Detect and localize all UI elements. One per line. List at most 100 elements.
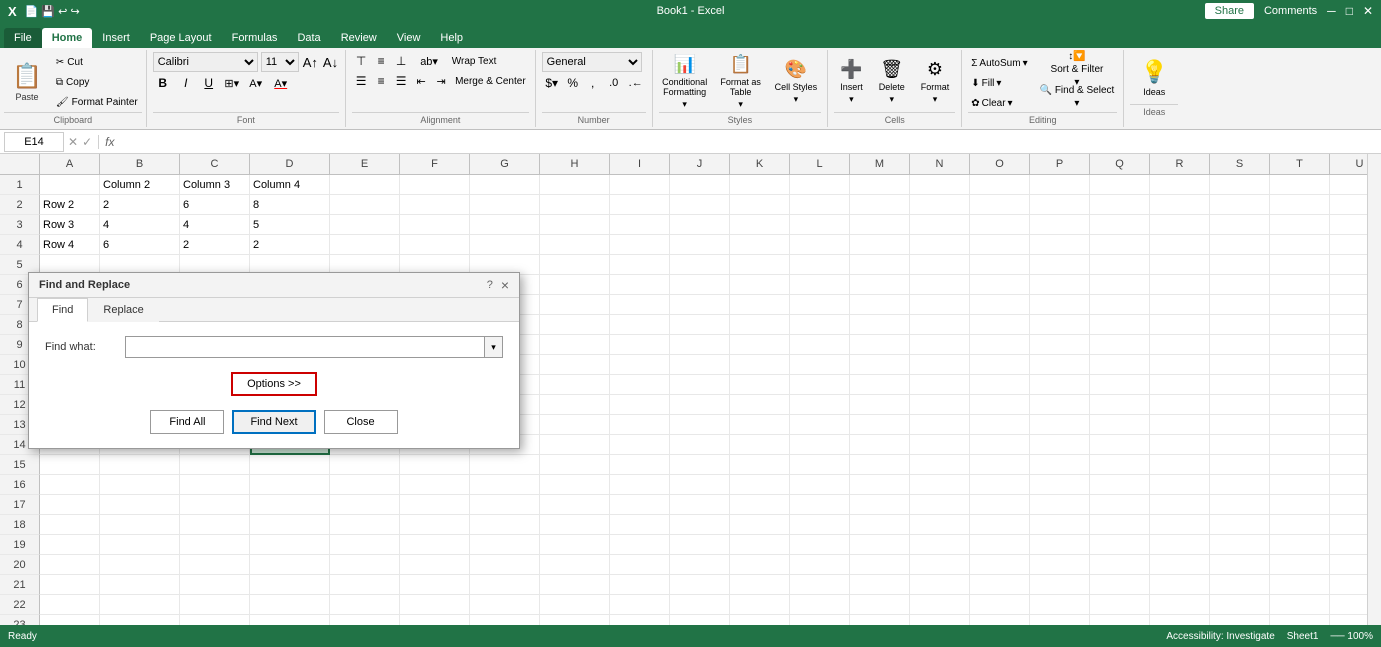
- cell-O7[interactable]: [970, 295, 1030, 315]
- cell-R19[interactable]: [1150, 535, 1210, 555]
- bold-button[interactable]: B: [153, 74, 173, 92]
- cell-M17[interactable]: [850, 495, 910, 515]
- dialog-tab-replace[interactable]: Replace: [88, 298, 158, 322]
- cell-D1[interactable]: Column 4: [250, 175, 330, 195]
- cell-T17[interactable]: [1270, 495, 1330, 515]
- cell-F20[interactable]: [400, 555, 470, 575]
- cell-I8[interactable]: [610, 315, 670, 335]
- align-right-icon[interactable]: ☰: [392, 72, 410, 90]
- cell-F22[interactable]: [400, 595, 470, 615]
- cell-Q1[interactable]: [1090, 175, 1150, 195]
- cell-I6[interactable]: [610, 275, 670, 295]
- cell-A4[interactable]: Row 4: [40, 235, 100, 255]
- cell-L2[interactable]: [790, 195, 850, 215]
- cell-S21[interactable]: [1210, 575, 1270, 595]
- cell-T22[interactable]: [1270, 595, 1330, 615]
- cell-D22[interactable]: [250, 595, 330, 615]
- cell-H18[interactable]: [540, 515, 610, 535]
- cell-G21[interactable]: [470, 575, 540, 595]
- cell-S11[interactable]: [1210, 375, 1270, 395]
- comma-icon[interactable]: ,: [584, 74, 602, 92]
- cell-L14[interactable]: [790, 435, 850, 455]
- cell-O21[interactable]: [970, 575, 1030, 595]
- align-middle-icon[interactable]: ≡: [372, 52, 390, 70]
- cell-P11[interactable]: [1030, 375, 1090, 395]
- cell-S9[interactable]: [1210, 335, 1270, 355]
- cell-S1[interactable]: [1210, 175, 1270, 195]
- cell-M1[interactable]: [850, 175, 910, 195]
- cell-N22[interactable]: [910, 595, 970, 615]
- cell-S4[interactable]: [1210, 235, 1270, 255]
- cell-I17[interactable]: [610, 495, 670, 515]
- cell-H10[interactable]: [540, 355, 610, 375]
- cell-A2[interactable]: Row 2: [40, 195, 100, 215]
- cell-U12[interactable]: [1330, 395, 1367, 415]
- cell-N9[interactable]: [910, 335, 970, 355]
- cell-P2[interactable]: [1030, 195, 1090, 215]
- cell-U11[interactable]: [1330, 375, 1367, 395]
- cell-N16[interactable]: [910, 475, 970, 495]
- cell-D20[interactable]: [250, 555, 330, 575]
- cell-P3[interactable]: [1030, 215, 1090, 235]
- cell-H8[interactable]: [540, 315, 610, 335]
- formula-cancel-icon[interactable]: ✕: [68, 135, 78, 149]
- cell-U17[interactable]: [1330, 495, 1367, 515]
- cell-R12[interactable]: [1150, 395, 1210, 415]
- cell-A19[interactable]: [40, 535, 100, 555]
- cell-K1[interactable]: [730, 175, 790, 195]
- cell-L16[interactable]: [790, 475, 850, 495]
- cut-button[interactable]: ✂Cut: [52, 53, 142, 71]
- italic-button[interactable]: I: [176, 74, 196, 92]
- cell-K13[interactable]: [730, 415, 790, 435]
- cell-Q15[interactable]: [1090, 455, 1150, 475]
- cell-L13[interactable]: [790, 415, 850, 435]
- cell-N12[interactable]: [910, 395, 970, 415]
- cell-H7[interactable]: [540, 295, 610, 315]
- cell-O1[interactable]: [970, 175, 1030, 195]
- cell-U21[interactable]: [1330, 575, 1367, 595]
- cell-A16[interactable]: [40, 475, 100, 495]
- cell-G4[interactable]: [470, 235, 540, 255]
- cell-P22[interactable]: [1030, 595, 1090, 615]
- find-all-button[interactable]: Find All: [150, 410, 224, 434]
- cell-J19[interactable]: [670, 535, 730, 555]
- cell-B18[interactable]: [100, 515, 180, 535]
- col-header-U[interactable]: U: [1330, 154, 1367, 174]
- cell-Q16[interactable]: [1090, 475, 1150, 495]
- cell-H4[interactable]: [540, 235, 610, 255]
- cell-R13[interactable]: [1150, 415, 1210, 435]
- cell-S17[interactable]: [1210, 495, 1270, 515]
- cell-C3[interactable]: 4: [180, 215, 250, 235]
- close-dialog-button[interactable]: Close: [324, 410, 398, 434]
- cell-A17[interactable]: [40, 495, 100, 515]
- cell-K2[interactable]: [730, 195, 790, 215]
- cell-D19[interactable]: [250, 535, 330, 555]
- cell-T6[interactable]: [1270, 275, 1330, 295]
- cell-M9[interactable]: [850, 335, 910, 355]
- cell-I20[interactable]: [610, 555, 670, 575]
- cell-Q17[interactable]: [1090, 495, 1150, 515]
- cell-N1[interactable]: [910, 175, 970, 195]
- cell-G18[interactable]: [470, 515, 540, 535]
- col-header-E[interactable]: E: [330, 154, 400, 174]
- comments-button[interactable]: Comments: [1264, 5, 1317, 17]
- cell-P7[interactable]: [1030, 295, 1090, 315]
- cell-N3[interactable]: [910, 215, 970, 235]
- cell-Q18[interactable]: [1090, 515, 1150, 535]
- cell-M22[interactable]: [850, 595, 910, 615]
- cell-E22[interactable]: [330, 595, 400, 615]
- cell-L19[interactable]: [790, 535, 850, 555]
- cell-T3[interactable]: [1270, 215, 1330, 235]
- decrease-indent-icon[interactable]: ⇤: [412, 72, 430, 90]
- cell-S18[interactable]: [1210, 515, 1270, 535]
- cell-G17[interactable]: [470, 495, 540, 515]
- cell-H19[interactable]: [540, 535, 610, 555]
- cell-Q6[interactable]: [1090, 275, 1150, 295]
- cell-M6[interactable]: [850, 275, 910, 295]
- cell-U6[interactable]: [1330, 275, 1367, 295]
- cell-G22[interactable]: [470, 595, 540, 615]
- cell-Q7[interactable]: [1090, 295, 1150, 315]
- cell-S12[interactable]: [1210, 395, 1270, 415]
- cell-N6[interactable]: [910, 275, 970, 295]
- cell-J20[interactable]: [670, 555, 730, 575]
